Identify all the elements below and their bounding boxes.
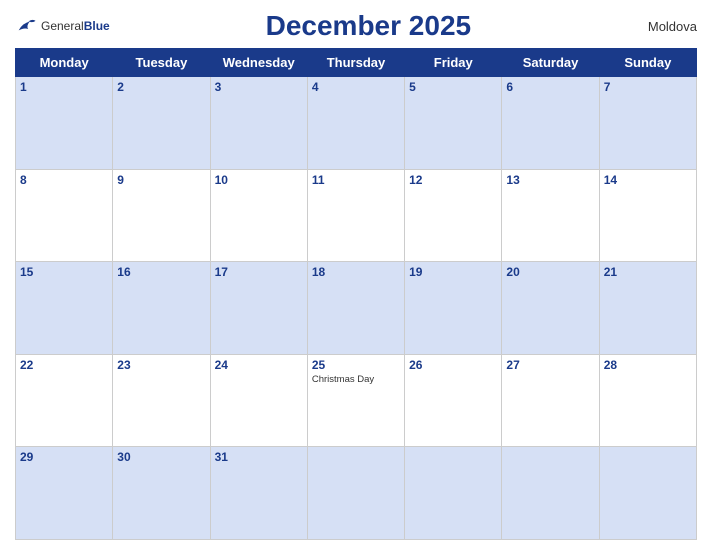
- day-number: 5: [409, 80, 497, 94]
- weekday-header-monday: Monday: [16, 49, 113, 77]
- calendar-day-cell: 16: [113, 262, 210, 355]
- day-number: 21: [604, 265, 692, 279]
- weekday-header-sunday: Sunday: [599, 49, 696, 77]
- day-number: 26: [409, 358, 497, 372]
- day-number: 1: [20, 80, 108, 94]
- calendar-day-cell: [405, 447, 502, 540]
- weekday-header-thursday: Thursday: [307, 49, 404, 77]
- calendar-day-cell: 2: [113, 77, 210, 170]
- calendar-week-row: 29 30 31: [16, 447, 697, 540]
- calendar-day-cell: 1: [16, 77, 113, 170]
- day-number: 10: [215, 173, 303, 187]
- calendar-day-cell: 21: [599, 262, 696, 355]
- calendar-day-cell: 13: [502, 169, 599, 262]
- day-number: 29: [20, 450, 108, 464]
- calendar-table: MondayTuesdayWednesdayThursdayFridaySatu…: [15, 48, 697, 540]
- day-number: 19: [409, 265, 497, 279]
- calendar-day-cell: [307, 447, 404, 540]
- calendar-title: December 2025: [110, 10, 627, 42]
- calendar-day-cell: 18: [307, 262, 404, 355]
- day-number: 3: [215, 80, 303, 94]
- day-number: 9: [117, 173, 205, 187]
- weekday-header-wednesday: Wednesday: [210, 49, 307, 77]
- day-number: 15: [20, 265, 108, 279]
- day-number: 13: [506, 173, 594, 187]
- calendar-day-cell: 22: [16, 354, 113, 447]
- calendar-day-cell: 14: [599, 169, 696, 262]
- day-number: 8: [20, 173, 108, 187]
- day-number: 27: [506, 358, 594, 372]
- calendar-week-row: 89 10 11 12 13 14: [16, 169, 697, 262]
- calendar-day-cell: 9: [113, 169, 210, 262]
- day-number: 31: [215, 450, 303, 464]
- calendar-day-cell: 17: [210, 262, 307, 355]
- logo-blue: Blue: [84, 19, 110, 33]
- weekday-header-row: MondayTuesdayWednesdayThursdayFridaySatu…: [16, 49, 697, 77]
- calendar-day-cell: 7: [599, 77, 696, 170]
- calendar-day-cell: 10: [210, 169, 307, 262]
- day-number: 30: [117, 450, 205, 464]
- day-number: 12: [409, 173, 497, 187]
- day-number: 4: [312, 80, 400, 94]
- calendar-day-cell: 4: [307, 77, 404, 170]
- logo: GeneralBlue: [15, 17, 110, 35]
- logo-bird-icon: [15, 17, 37, 35]
- day-number: 25: [312, 358, 400, 372]
- calendar-week-row: 22 23 24 25 Christmas Day 26 27 28: [16, 354, 697, 447]
- calendar-day-cell: 23: [113, 354, 210, 447]
- calendar-day-cell: 20: [502, 262, 599, 355]
- calendar-day-cell: 12: [405, 169, 502, 262]
- calendar-day-cell: 19: [405, 262, 502, 355]
- day-number: 14: [604, 173, 692, 187]
- calendar-day-cell: 11: [307, 169, 404, 262]
- calendar-week-row: 15 16 17 18 19 20 21: [16, 262, 697, 355]
- day-number: 17: [215, 265, 303, 279]
- calendar-day-cell: 30: [113, 447, 210, 540]
- calendar-day-cell: 15: [16, 262, 113, 355]
- weekday-header-friday: Friday: [405, 49, 502, 77]
- calendar-header: GeneralBlue December 2025 Moldova: [15, 10, 697, 42]
- weekday-header-saturday: Saturday: [502, 49, 599, 77]
- calendar-day-cell: 26: [405, 354, 502, 447]
- calendar-day-cell: [502, 447, 599, 540]
- day-number: 20: [506, 265, 594, 279]
- weekday-header-tuesday: Tuesday: [113, 49, 210, 77]
- calendar-day-cell: 6: [502, 77, 599, 170]
- day-number: 7: [604, 80, 692, 94]
- day-number: 18: [312, 265, 400, 279]
- calendar-day-cell: 25 Christmas Day: [307, 354, 404, 447]
- logo-text: GeneralBlue: [41, 17, 110, 35]
- holiday-label: Christmas Day: [312, 374, 400, 385]
- calendar-day-cell: 5: [405, 77, 502, 170]
- day-number: 11: [312, 173, 400, 187]
- calendar-day-cell: 8: [16, 169, 113, 262]
- calendar-day-cell: [599, 447, 696, 540]
- country-label: Moldova: [627, 19, 697, 34]
- day-number: 24: [215, 358, 303, 372]
- day-number: 23: [117, 358, 205, 372]
- calendar-week-row: 1234567: [16, 77, 697, 170]
- calendar-day-cell: 29: [16, 447, 113, 540]
- day-number: 22: [20, 358, 108, 372]
- calendar-day-cell: 28: [599, 354, 696, 447]
- calendar-day-cell: 24: [210, 354, 307, 447]
- day-number: 16: [117, 265, 205, 279]
- calendar-day-cell: 3: [210, 77, 307, 170]
- calendar-day-cell: 31: [210, 447, 307, 540]
- calendar-day-cell: 27: [502, 354, 599, 447]
- day-number: 6: [506, 80, 594, 94]
- day-number: 2: [117, 80, 205, 94]
- logo-general: General: [41, 19, 84, 33]
- day-number: 28: [604, 358, 692, 372]
